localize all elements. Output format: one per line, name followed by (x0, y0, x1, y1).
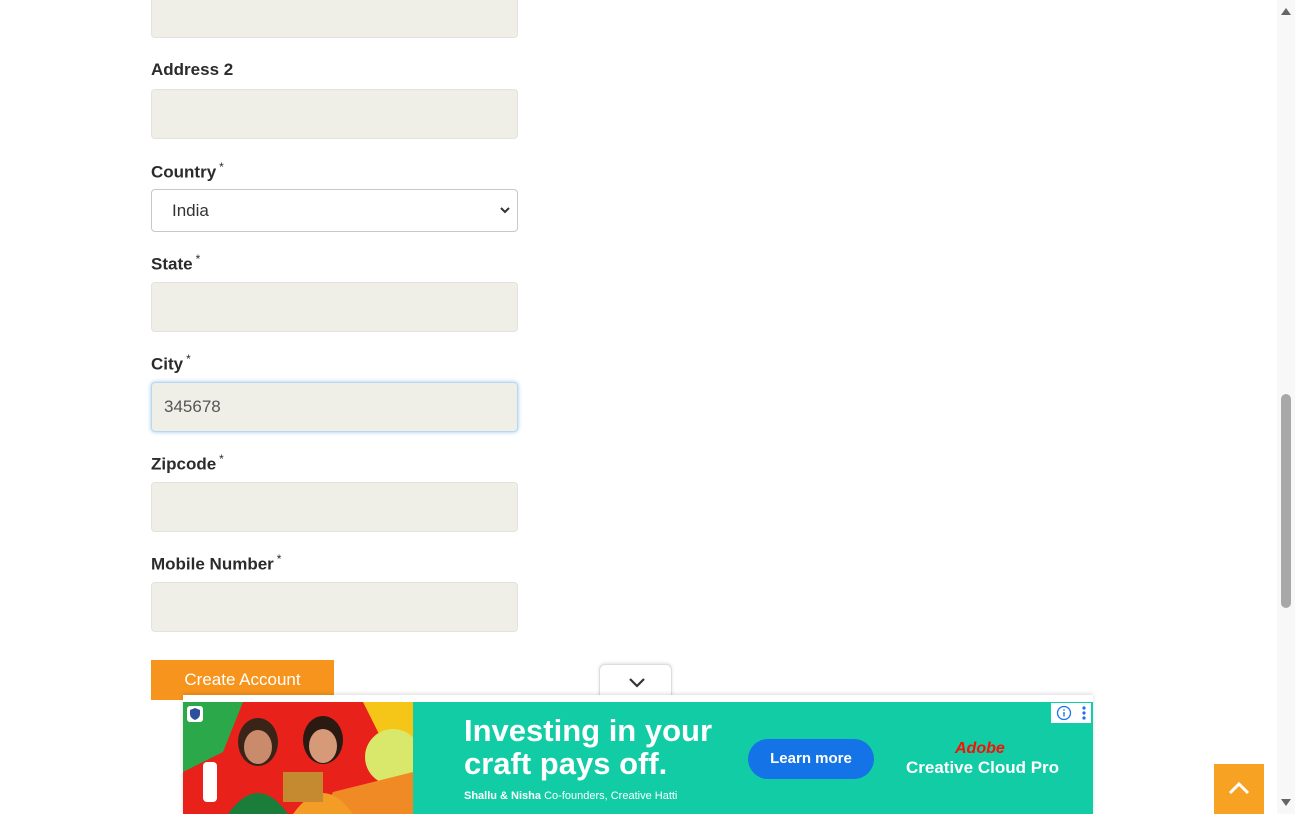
address2-input[interactable] (151, 89, 518, 139)
page: Address 2 Country* India State* City* Zi… (0, 0, 1295, 814)
zipcode-label: Zipcode * (151, 452, 224, 474)
ad-headline: Investing in your craft pays off. (464, 714, 712, 780)
required-mark: * (195, 252, 201, 266)
info-icon[interactable] (1056, 705, 1072, 721)
ad-brand-name: Adobe (955, 740, 1005, 757)
chevron-up-icon (1228, 781, 1250, 795)
ad-image (183, 702, 413, 814)
create-account-button[interactable]: Create Account (151, 660, 334, 700)
ad-sub-role: Co-founders, Creative Hatti (544, 790, 678, 802)
city-label: City * (151, 352, 191, 374)
required-mark: * (276, 552, 282, 566)
scrollbar-thumb[interactable] (1281, 394, 1291, 608)
required-mark: * (219, 160, 224, 174)
address1-input[interactable] (151, 0, 518, 38)
scroll-down-arrow-icon[interactable] (1280, 798, 1292, 808)
city-input[interactable] (151, 382, 518, 432)
address2-label: Address 2 (151, 60, 234, 79)
chevron-down-icon (500, 207, 510, 214)
ad-learn-more-button[interactable]: Learn more (748, 739, 874, 779)
state-input[interactable] (151, 282, 518, 332)
ad-headline-line2: craft pays off. (464, 746, 668, 781)
ad-info-controls (1051, 703, 1091, 723)
country-select[interactable]: India (151, 189, 518, 232)
mobile-label: Mobile Number * (151, 552, 282, 574)
ad-creative[interactable]: Investing in your craft pays off. Shallu… (183, 702, 1093, 814)
chevron-down-icon (629, 678, 645, 688)
country-label: Country * (151, 160, 224, 182)
ad-illustration (183, 702, 413, 814)
scroll-up-arrow-icon[interactable] (1280, 6, 1292, 16)
mobile-input[interactable] (151, 582, 518, 632)
ad-banner[interactable]: Investing in your craft pays off. Shallu… (183, 695, 1093, 814)
kebab-menu-icon[interactable] (1081, 705, 1087, 721)
country-select-value: India (172, 201, 209, 220)
ad-collapse-button[interactable] (599, 664, 672, 698)
state-label: State * (151, 252, 201, 274)
ad-sub-names: Shallu & Nisha (464, 790, 542, 802)
page-scrollbar[interactable] (1277, 0, 1295, 814)
required-mark: * (219, 452, 224, 466)
ad-privacy-badge[interactable] (187, 706, 203, 722)
scroll-to-top-button[interactable] (1214, 764, 1264, 814)
ad-subtitle: Shallu & Nisha Co-founders, Creative Hat… (464, 790, 677, 802)
ad-product-name: Creative Cloud Pro (906, 758, 1060, 777)
ad-headline-line1: Investing in your (464, 713, 713, 748)
shield-icon (190, 708, 200, 720)
required-mark: * (186, 352, 191, 366)
zipcode-input[interactable] (151, 482, 518, 532)
